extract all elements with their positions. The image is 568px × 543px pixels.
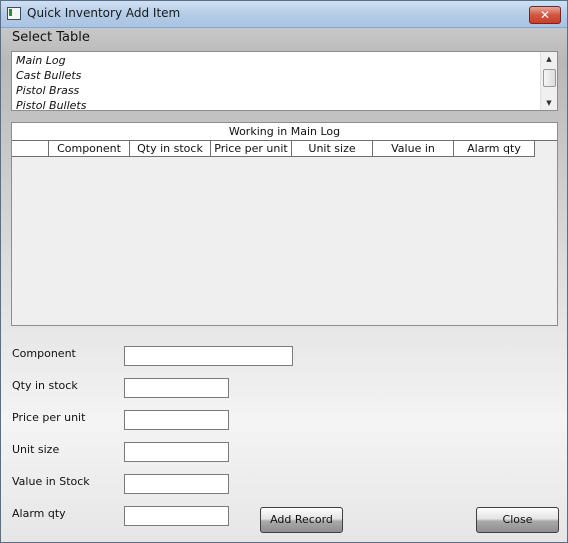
list-item-pistol-bullets[interactable]: Pistol Bullets (16, 98, 86, 113)
grid-row-header-cell[interactable] (12, 141, 49, 157)
column-header-alarm-qty[interactable]: Alarm qty (454, 141, 535, 157)
list-scrollbar[interactable]: ▲ ▼ (540, 52, 557, 110)
alarm-qty-label: Alarm qty (12, 507, 66, 520)
grid-caption: Working in Main Log (12, 123, 557, 141)
scroll-up-arrow-icon[interactable]: ▲ (541, 52, 557, 66)
component-label: Component (12, 347, 76, 360)
price-per-unit-label: Price per unit (12, 411, 86, 424)
title-bar[interactable]: Quick Inventory Add Item ✕ (1, 1, 567, 28)
list-item-main-log[interactable]: Main Log (16, 53, 86, 68)
scroll-down-arrow-icon[interactable]: ▼ (541, 96, 557, 110)
value-in-stock-input[interactable] (124, 474, 229, 494)
main-log-grid[interactable]: Working in Main Log Component Qty in sto… (11, 122, 558, 326)
list-item-cast-bullets[interactable]: Cast Bullets (16, 68, 86, 83)
unit-size-input[interactable] (124, 442, 229, 462)
column-header-value-in[interactable]: Value in (373, 141, 454, 157)
scroll-thumb[interactable] (543, 69, 556, 87)
add-record-button[interactable]: Add Record (260, 507, 343, 533)
column-header-unit-size[interactable]: Unit size (292, 141, 373, 157)
column-header-component[interactable]: Component (49, 141, 130, 157)
quick-inventory-window: Quick Inventory Add Item ✕ Select Table … (0, 0, 568, 543)
price-per-unit-input[interactable] (124, 410, 229, 430)
window-title: Quick Inventory Add Item (27, 6, 181, 20)
app-icon (7, 7, 21, 20)
unit-size-label: Unit size (12, 443, 60, 456)
column-header-price-per-unit[interactable]: Price per unit (211, 141, 292, 157)
close-button[interactable]: Close (476, 507, 559, 533)
qty-in-stock-label: Qty in stock (12, 379, 78, 392)
window-close-button[interactable]: ✕ (529, 6, 561, 24)
select-table-label: Select Table (12, 30, 90, 45)
component-input[interactable] (124, 346, 293, 366)
list-item-pistol-brass[interactable]: Pistol Brass (16, 83, 86, 98)
table-listbox[interactable]: Main Log Cast Bullets Pistol Brass Pisto… (11, 51, 558, 113)
alarm-qty-input[interactable] (124, 506, 229, 526)
qty-in-stock-input[interactable] (124, 378, 229, 398)
column-header-qty-in-stock[interactable]: Qty in stock (130, 141, 211, 157)
grid-header-row: Component Qty in stock Price per unit Un… (12, 141, 535, 157)
value-in-stock-label: Value in Stock (12, 475, 90, 488)
